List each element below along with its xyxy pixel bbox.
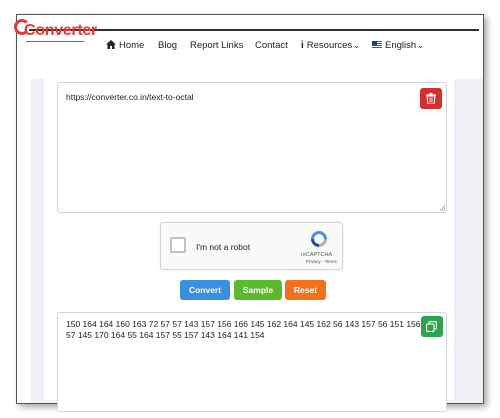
recaptcha-widget: I'm not a robot reCAPTCHA Privacy - Term…	[160, 222, 343, 270]
logo-text: Converter	[24, 22, 97, 39]
nav-language-dropdown[interactable]: English⌄	[372, 40, 424, 51]
recaptcha-label: I'm not a robot	[196, 242, 251, 252]
info-icon: i	[301, 40, 304, 51]
us-flag-icon	[372, 41, 382, 48]
copy-output-button[interactable]	[421, 316, 443, 337]
recaptcha-links[interactable]: Privacy - Terms	[306, 259, 337, 264]
site-logo[interactable]: Converter	[14, 19, 97, 42]
recaptcha-checkbox[interactable]	[170, 237, 186, 253]
sample-button[interactable]: Sample	[234, 280, 282, 300]
convert-button[interactable]: Convert	[180, 280, 230, 300]
nav-home[interactable]: Home	[106, 40, 144, 51]
nav-blog[interactable]: Blog	[158, 40, 177, 51]
input-text: https://converter.co.in/text-to-octal	[66, 92, 194, 102]
nav-contact[interactable]: Contact	[255, 40, 288, 51]
copy-icon	[426, 321, 437, 332]
output-text: 150 164 164 160 163 72 57 57 143 157 156…	[66, 319, 421, 340]
nav-home-label: Home	[119, 40, 145, 51]
reset-button[interactable]: Reset	[285, 280, 326, 300]
nav-language-label: English	[385, 40, 417, 51]
logo-underline	[26, 41, 84, 42]
output-textarea[interactable]: 150 164 164 160 163 72 57 57 143 157 156…	[57, 312, 447, 412]
chevron-down-icon: ⌄	[353, 41, 360, 50]
clear-input-button[interactable]	[420, 88, 442, 109]
recaptcha-brand: reCAPTCHA	[301, 252, 333, 258]
nav-resources-dropdown[interactable]: i Resources⌄	[301, 40, 360, 51]
recaptcha-logo-icon	[311, 231, 327, 247]
trash-icon	[426, 93, 436, 104]
chevron-down-icon: ⌄	[417, 41, 424, 50]
resize-handle-icon[interactable]	[439, 205, 445, 211]
home-icon	[106, 40, 116, 49]
input-textarea[interactable]: https://converter.co.in/text-to-octal	[57, 82, 447, 213]
nav-resources-label: Resources	[306, 40, 353, 51]
nav-report-links[interactable]: Report Links	[190, 40, 243, 51]
